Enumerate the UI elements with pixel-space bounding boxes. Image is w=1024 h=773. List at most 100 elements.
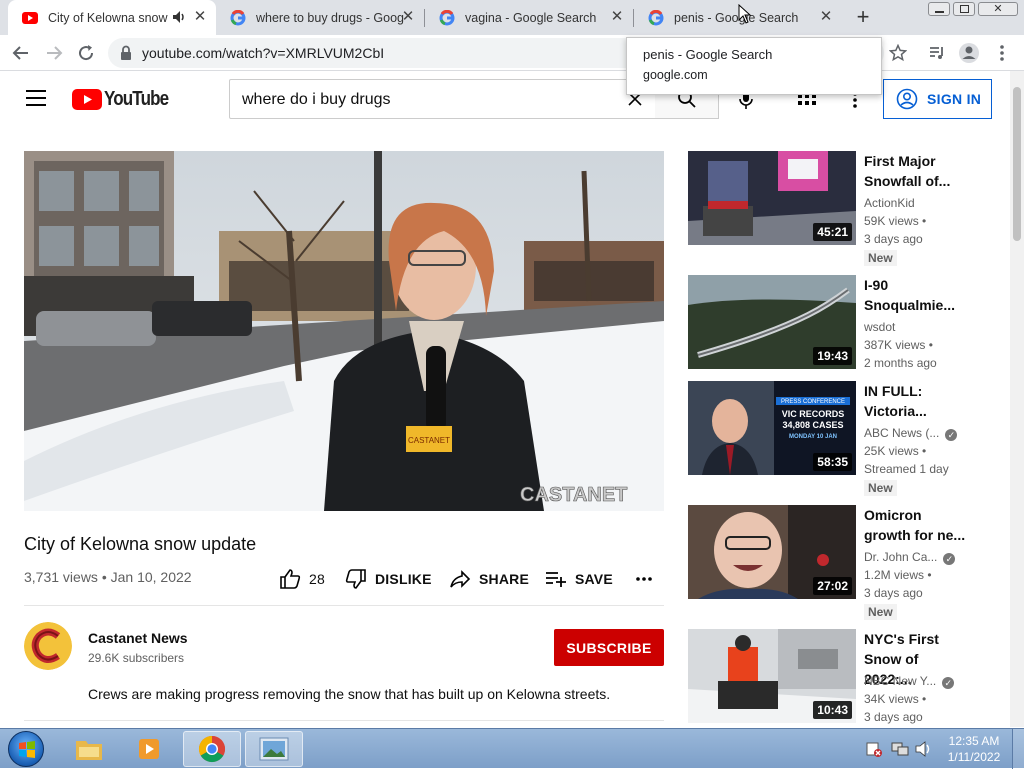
taskbar-media-player[interactable]: [120, 731, 178, 767]
dislike-label: DISLIKE: [375, 571, 432, 587]
channel-name: ABC News (...: [864, 426, 940, 440]
browser-tab-strip: City of Kelowna snow update - YouTube ✕ …: [0, 0, 1024, 35]
svg-text:CASTANET: CASTANET: [408, 436, 450, 445]
profile-avatar-button[interactable]: [957, 41, 981, 65]
hamburger-menu-button[interactable]: [26, 90, 46, 111]
divider: [24, 605, 664, 606]
maximize-window-button[interactable]: [953, 2, 975, 16]
arrow-left-icon: [12, 46, 28, 60]
sign-in-button[interactable]: SIGN IN: [883, 79, 992, 119]
thumbs-up-icon: [280, 569, 301, 589]
video-thumbnail[interactable]: 10:43: [688, 629, 856, 723]
channel-name: Dr. John Ca...: [864, 550, 938, 564]
network-icon[interactable]: [891, 741, 909, 762]
share-button[interactable]: SHARE: [449, 567, 529, 591]
recommended-video[interactable]: PRESS CONFERENCE VIC RECORDS 34,808 CASES M…: [688, 381, 978, 496]
thumb-caption: MONDAY 10 JAN: [789, 434, 837, 440]
video-thumbnail[interactable]: 27:02: [688, 505, 856, 599]
taskbar-explorer[interactable]: [60, 731, 118, 767]
page-scrollbar[interactable]: [1010, 71, 1024, 727]
google-favicon-icon: [439, 9, 455, 26]
forward-button[interactable]: [42, 41, 66, 65]
channel-avatar[interactable]: [24, 622, 72, 670]
save-button[interactable]: SAVE: [545, 567, 613, 591]
reload-button[interactable]: [74, 41, 98, 65]
view-count: 1.2M views: [864, 568, 925, 582]
video-thumbnail[interactable]: 45:21: [688, 151, 856, 245]
recommended-video[interactable]: 19:43 I-90 Snoqualmie... wsdot 387K view…: [688, 275, 978, 375]
bookmark-star-button[interactable]: [886, 41, 910, 65]
tab-google-search-1[interactable]: where to buy drugs - Google Search ✕: [216, 0, 424, 35]
settings-menu-button[interactable]: [852, 92, 858, 113]
like-button[interactable]: 28: [279, 567, 325, 591]
tooltip-domain: google.com: [643, 68, 708, 82]
start-button[interactable]: [8, 731, 44, 767]
recommended-video[interactable]: 45:21 First Major Snowfall of... ActionK…: [688, 151, 978, 266]
recommended-title[interactable]: I-90 Snoqualmie...: [864, 275, 968, 315]
mouse-cursor-icon: [738, 4, 752, 24]
taskbar-image-viewer[interactable]: [245, 731, 303, 767]
tab-title: where to buy drugs - Google Search: [256, 10, 404, 25]
recommended-age: 3 days ago: [864, 232, 923, 246]
action-center-icon[interactable]: [866, 741, 882, 762]
scrollbar-thumb[interactable]: [1013, 87, 1021, 241]
new-badge: New: [864, 604, 897, 620]
recommended-title[interactable]: First Major Snowfall of...: [864, 151, 968, 191]
recommended-title[interactable]: IN FULL: Victoria...: [864, 381, 968, 421]
thumb-caption: VIC RECORDS: [782, 409, 845, 419]
taskbar-chrome[interactable]: [183, 731, 241, 767]
windows-logo-icon: [19, 741, 35, 758]
volume-icon[interactable]: [915, 741, 933, 762]
share-arrow-icon: [450, 570, 471, 588]
lock-icon[interactable]: [120, 45, 132, 61]
reload-icon: [79, 45, 94, 61]
chrome-icon: [198, 735, 226, 763]
youtube-logo-icon: [72, 89, 102, 110]
minimize-window-button[interactable]: [928, 2, 950, 16]
channel-name[interactable]: Castanet News: [88, 630, 188, 646]
system-clock[interactable]: 12:35 AM 1/11/2022: [944, 733, 1004, 765]
close-window-button[interactable]: ✕: [978, 2, 1018, 16]
search-input[interactable]: where do i buy drugs: [242, 91, 391, 109]
subscribe-button[interactable]: SUBSCRIBE: [554, 629, 664, 666]
chrome-menu-button[interactable]: [990, 41, 1014, 65]
show-desktop-button[interactable]: [1012, 729, 1024, 769]
youtube-logo-text: YouTube: [104, 88, 169, 110]
audio-playing-icon[interactable]: [172, 9, 186, 25]
kebab-menu-icon: [1000, 45, 1004, 61]
youtube-logo[interactable]: YouTube: [72, 88, 180, 111]
dislike-button[interactable]: DISLIKE: [345, 567, 432, 591]
account-icon: [959, 43, 979, 63]
close-tab-icon[interactable]: ✕: [609, 9, 625, 25]
recommended-video[interactable]: 10:43 NYC's First Snow of 2022:... NBC N…: [688, 629, 978, 729]
close-tab-icon[interactable]: ✕: [192, 9, 208, 25]
recommended-views: 59K views •: [864, 214, 927, 228]
channel-name: wsdot: [864, 320, 896, 334]
close-tab-icon[interactable]: ✕: [818, 9, 834, 25]
media-player-icon: [139, 739, 159, 759]
search-box[interactable]: where do i buy drugs: [229, 79, 656, 119]
video-duration: 58:35: [813, 453, 852, 471]
new-tab-button[interactable]: +: [852, 6, 874, 29]
view-count: 34K views: [864, 692, 919, 706]
back-button[interactable]: [9, 41, 33, 65]
apps-button[interactable]: [798, 94, 816, 113]
url-text: youtube.com/watch?v=XMRLVUM2CbI: [142, 45, 385, 61]
google-favicon-icon: [648, 9, 664, 26]
folder-icon: [76, 741, 102, 760]
clock-date: 1/11/2022: [947, 750, 1001, 764]
video-player[interactable]: CASTANET CASTANET: [24, 151, 664, 511]
thumbs-down-icon: [345, 569, 366, 589]
recommended-title[interactable]: Omicron growth for ne...: [864, 505, 968, 545]
close-tab-icon[interactable]: ✕: [400, 9, 416, 25]
tab-google-search-2[interactable]: vagina - Google Search ✕: [425, 0, 633, 35]
channel-name: ActionKid: [864, 196, 915, 210]
tab-youtube[interactable]: City of Kelowna snow update - YouTube ✕: [8, 0, 216, 35]
media-control-button[interactable]: [925, 41, 949, 65]
recommended-video[interactable]: 27:02 Omicron growth for ne... Dr. John …: [688, 505, 978, 620]
video-thumbnail[interactable]: 19:43: [688, 275, 856, 369]
more-horizontal-icon: [636, 577, 652, 581]
video-thumbnail[interactable]: PRESS CONFERENCE VIC RECORDS 34,808 CASES M…: [688, 381, 856, 475]
more-actions-button[interactable]: [635, 567, 661, 591]
windows-taskbar: 12:35 AM 1/11/2022: [0, 728, 1024, 769]
